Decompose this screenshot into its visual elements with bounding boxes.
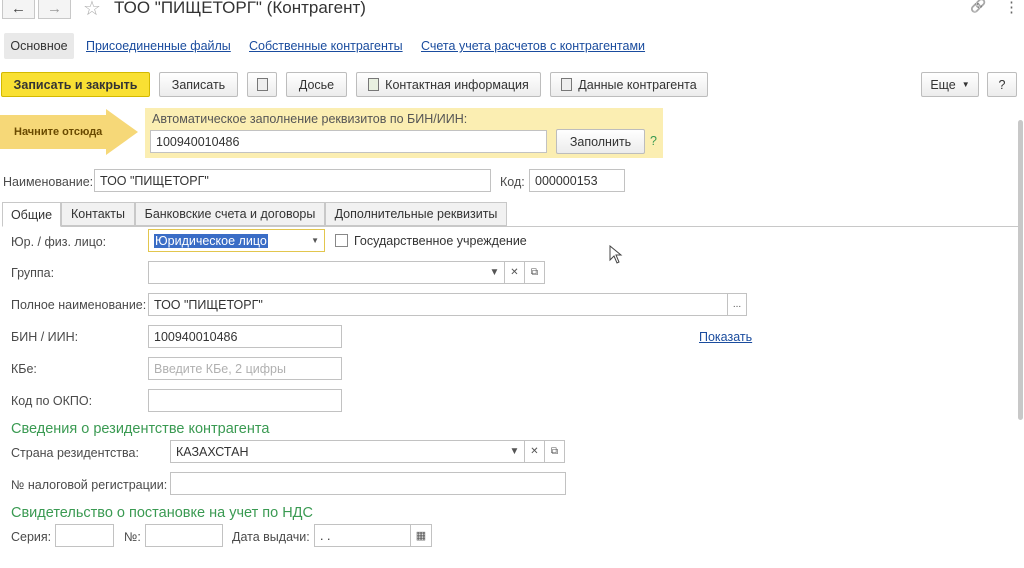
help-button[interactable]: ? — [987, 72, 1017, 97]
autofill-label: Автоматическое заполнение реквизитов по … — [152, 112, 468, 126]
okpo-input[interactable] — [148, 389, 342, 412]
country-open-button[interactable]: ⧉ — [545, 440, 565, 463]
star-icon[interactable]: ☆ — [83, 0, 101, 21]
bin-input[interactable]: 100940010486 — [148, 325, 342, 348]
contact-info-label: Контактная информация — [385, 77, 529, 92]
tab-divider — [2, 226, 1020, 227]
series-label: Серия: — [11, 530, 52, 544]
open-window-icon: ⧉ — [550, 446, 559, 457]
tab-general[interactable]: Общие — [2, 202, 61, 227]
caret-down-icon: ▼ — [509, 446, 520, 457]
tab-main[interactable]: Основное — [4, 33, 74, 59]
autofill-bin-input[interactable]: 100940010486 — [150, 130, 547, 153]
full-name-label: Полное наименование: — [11, 298, 147, 312]
more-button[interactable]: Еще ▼ — [921, 72, 979, 97]
series-input[interactable] — [55, 524, 114, 547]
tab-additional-details[interactable]: Дополнительные реквизиты — [325, 202, 507, 226]
calendar-button[interactable]: ▦ — [410, 524, 432, 547]
arrow-right-icon: → — [47, 0, 62, 17]
tab-contacts[interactable]: Контакты — [61, 202, 135, 226]
clear-icon: ✕ — [510, 267, 519, 278]
name-input[interactable]: ТОО "ПИЩЕТОРГ" — [94, 169, 491, 192]
country-clear-button[interactable]: ✕ — [525, 440, 545, 463]
start-here-label: Начните отсюда — [14, 126, 103, 138]
back-button[interactable]: ← — [2, 0, 35, 19]
entity-type-select[interactable]: Юридическое лицо ▼ — [148, 229, 325, 252]
caret-down-icon: ▼ — [961, 80, 970, 89]
calendar-icon: ▦ — [415, 530, 427, 542]
state-institution-label: Государственное учреждение — [354, 234, 527, 248]
link-attached-files[interactable]: Присоединенные файлы — [86, 39, 231, 53]
more-label: Еще — [930, 77, 956, 92]
save-button[interactable]: Записать — [159, 72, 238, 97]
mouse-cursor-icon — [609, 245, 623, 264]
tax-registration-input[interactable] — [170, 472, 566, 495]
vertical-scrollbar[interactable] — [1018, 120, 1023, 420]
number-label: №: — [124, 530, 141, 544]
vat-heading: Свидетельство о постановке на учет по НД… — [11, 505, 313, 521]
open-window-icon: ⧉ — [530, 267, 539, 278]
group-clear-button[interactable]: ✕ — [505, 261, 525, 284]
link-own-counterparties[interactable]: Собственные контрагенты — [249, 39, 403, 53]
name-label: Наименование: — [3, 175, 94, 189]
entity-type-label: Юр. / физ. лицо: — [11, 235, 107, 249]
more-menu-icon[interactable]: ⋮ — [1004, 0, 1019, 16]
residency-heading: Сведения о резидентстве контрагента — [11, 421, 270, 437]
document-icon — [256, 78, 268, 91]
contact-info-button[interactable]: Контактная информация — [356, 72, 541, 97]
kbe-label: КБе: — [11, 362, 37, 376]
autofill-help-icon[interactable]: ? — [650, 134, 657, 148]
group-dropdown-button[interactable]: ▼ — [485, 261, 505, 284]
group-input[interactable] — [148, 261, 486, 284]
tax-registration-label: № налоговой регистрации: — [11, 478, 168, 492]
window-title: ТОО "ПИЩЕТОРГ" (Контрагент) — [114, 0, 366, 17]
tab-bank-accounts[interactable]: Банковские счета и договоры — [135, 202, 325, 226]
number-input[interactable] — [145, 524, 223, 547]
save-and-close-button[interactable]: Записать и закрыть — [1, 72, 150, 97]
okpo-label: Код по ОКПО: — [11, 394, 93, 408]
arrow-left-icon: ← — [11, 0, 26, 17]
issue-date-input[interactable]: . . — [314, 524, 411, 547]
show-link[interactable]: Показать — [699, 330, 752, 344]
issue-date-label: Дата выдачи: — [232, 530, 310, 544]
kbe-input[interactable]: Введите КБе, 2 цифры — [148, 357, 342, 380]
link-settlement-accounts[interactable]: Счета учета расчетов с контрагентами — [421, 39, 645, 53]
ellipsis-icon: ... — [732, 299, 742, 310]
link-icon[interactable]: 🔗 — [970, 0, 986, 14]
fill-button[interactable]: Заполнить — [556, 129, 645, 154]
country-input[interactable]: КАЗАХСТАН — [170, 440, 506, 463]
counterparty-data-label: Данные контрагента — [578, 77, 697, 92]
forward-button[interactable]: → — [38, 0, 71, 19]
entity-type-value: Юридическое лицо — [154, 233, 268, 248]
caret-down-icon: ▼ — [489, 267, 500, 278]
code-label: Код: — [500, 175, 525, 189]
state-institution-checkbox[interactable] — [335, 234, 348, 247]
dropdown-arrow-icon: ▼ — [311, 236, 319, 245]
bin-label: БИН / ИИН: — [11, 330, 79, 344]
group-open-button[interactable]: ⧉ — [525, 261, 545, 284]
full-name-edit-button[interactable]: ... — [727, 293, 747, 316]
counterparty-data-button[interactable]: Данные контрагента — [550, 72, 708, 97]
country-dropdown-button[interactable]: ▼ — [505, 440, 525, 463]
data-sheet-icon — [561, 78, 573, 91]
country-label: Страна резидентства: — [11, 446, 139, 460]
group-label: Группа: — [11, 266, 55, 280]
code-input[interactable]: 000000153 — [529, 169, 625, 192]
document-list-button[interactable] — [247, 72, 277, 97]
contact-card-icon — [368, 78, 380, 91]
dossier-button[interactable]: Досье — [286, 72, 347, 97]
full-name-input[interactable]: ТОО "ПИЩЕТОРГ" — [148, 293, 728, 316]
clear-icon: ✕ — [530, 446, 539, 457]
